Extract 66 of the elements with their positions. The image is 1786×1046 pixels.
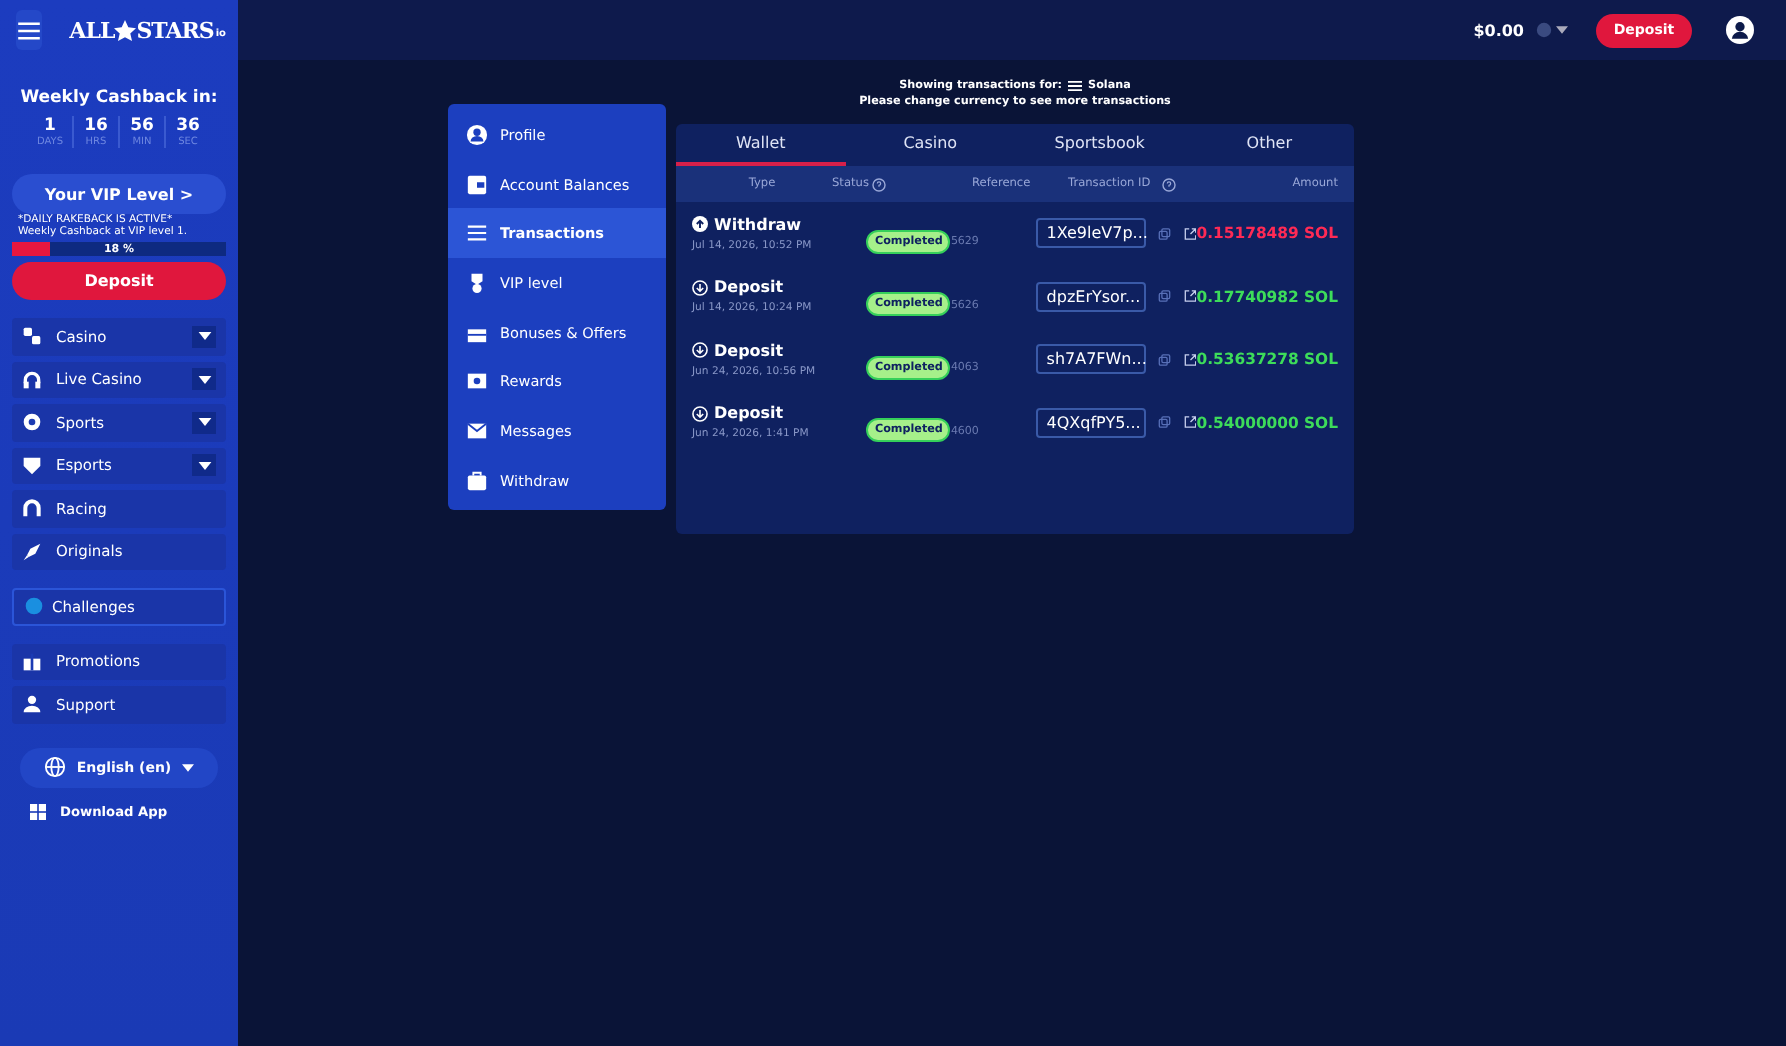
headset-icon — [22, 369, 42, 390]
countdown-value: 1 — [44, 116, 56, 136]
caret-icon — [197, 375, 211, 384]
currency-selector[interactable] — [1536, 22, 1568, 38]
caret-icon — [197, 418, 211, 427]
transaction-type: Withdraw — [714, 215, 802, 234]
logo-text: ALL — [69, 17, 115, 43]
external-link-icon[interactable] — [1183, 288, 1197, 305]
withdraw-icon — [692, 216, 708, 233]
external-link-icon[interactable] — [1183, 414, 1197, 431]
dice-icon — [22, 326, 42, 347]
mail-icon — [466, 419, 488, 442]
dropdown-toggle[interactable] — [192, 411, 216, 434]
tab[interactable]: Other — [1184, 124, 1354, 166]
coin-icon — [1536, 22, 1552, 38]
deposit-icon — [692, 342, 708, 359]
dropdown-toggle[interactable] — [192, 325, 216, 348]
menu-button[interactable] — [16, 10, 42, 50]
dropdown-toggle[interactable] — [192, 368, 216, 391]
globe-icon — [24, 596, 44, 617]
copy-icon[interactable] — [1158, 414, 1172, 431]
cashback-title: Weekly Cashback in: — [18, 88, 220, 108]
wallet-icon — [466, 173, 488, 196]
transaction-id-field: dpzErYsor... — [1036, 281, 1147, 312]
tab[interactable]: Sportsbook — [1015, 124, 1185, 166]
external-link-icon[interactable] — [1183, 225, 1197, 242]
copy-icon[interactable] — [1158, 351, 1172, 368]
bag-icon — [466, 469, 488, 492]
caret-icon — [197, 332, 211, 341]
transaction-type: Deposit — [714, 404, 784, 423]
transaction-type: Deposit — [714, 341, 784, 360]
logo-text: STARS — [136, 17, 214, 43]
ball-icon — [22, 412, 42, 433]
horseshoe-icon — [22, 498, 42, 519]
copy-icon[interactable] — [1158, 225, 1172, 242]
medal-icon — [466, 271, 488, 294]
dropdown-toggle[interactable] — [192, 454, 216, 477]
deposit-icon — [692, 405, 708, 422]
help-icon — [1162, 177, 1177, 191]
deposit-button[interactable]: Deposit — [12, 262, 226, 300]
transaction-id-field: sh7A7FWn... — [1036, 344, 1147, 375]
tab[interactable]: Casino — [845, 124, 1015, 166]
person-icon — [22, 694, 42, 715]
deposit-icon — [692, 279, 708, 296]
countdown-value: 16 — [84, 116, 108, 136]
list-icon — [466, 222, 488, 245]
shield-icon — [22, 455, 42, 476]
vip-level-button[interactable]: Your VIP Level > — [12, 174, 226, 214]
transaction-id-field: 1Xe9leV7p... — [1036, 218, 1147, 249]
menu-icon — [17, 21, 40, 39]
external-link-icon[interactable] — [1183, 351, 1197, 368]
user-icon — [466, 123, 488, 146]
countdown-value: 36 — [176, 116, 200, 136]
caret-icon — [1556, 26, 1568, 34]
countdown-value: 56 — [130, 116, 154, 136]
caret-icon — [181, 763, 194, 771]
star-icon — [114, 19, 137, 41]
transaction-id-field: 4QXqfPY5... — [1036, 407, 1147, 438]
transaction-type: Deposit — [714, 278, 784, 297]
copy-icon[interactable] — [1158, 288, 1172, 305]
help-icon — [872, 177, 887, 191]
balance: $0.00 — [1473, 21, 1524, 39]
account-icon[interactable] — [1726, 16, 1754, 44]
windows-icon — [30, 803, 46, 819]
caret-icon — [197, 461, 211, 470]
globe-icon — [44, 756, 67, 778]
